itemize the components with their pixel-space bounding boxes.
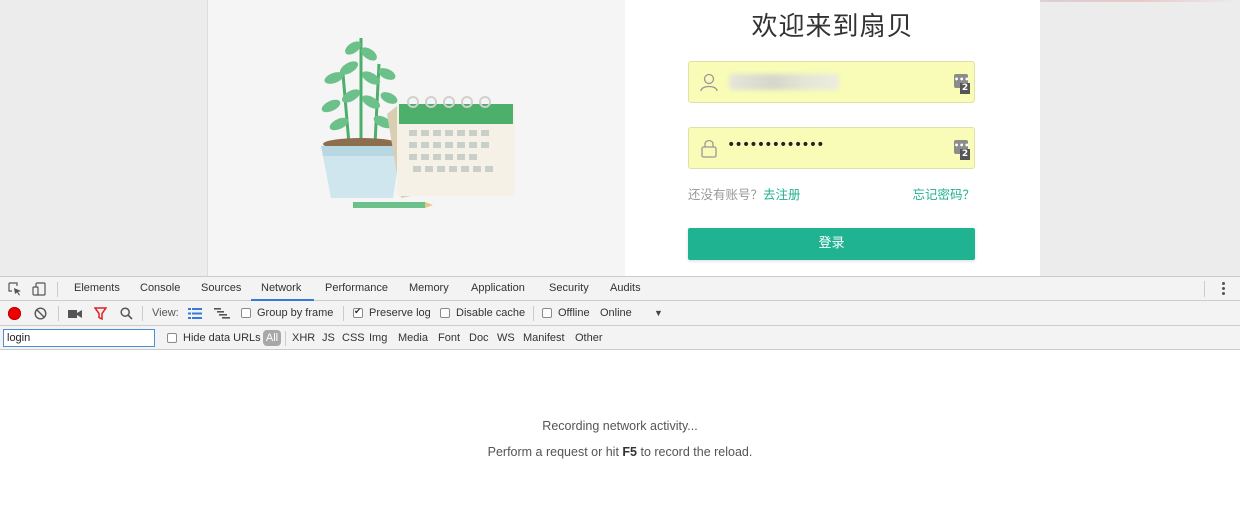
chevron-down-icon[interactable]: ▼: [654, 308, 663, 318]
filter-type-all[interactable]: All: [263, 330, 281, 346]
tab-security[interactable]: Security: [549, 282, 589, 294]
hide-data-urls-checkbox[interactable]: [167, 333, 177, 343]
recording-status: Recording network activity...: [542, 419, 698, 433]
tab-elements[interactable]: Elements: [74, 282, 120, 294]
preserve-log-label: Preserve log: [369, 307, 431, 319]
preserve-log-checkbox[interactable]: [353, 306, 363, 318]
view-label: View:: [152, 307, 179, 319]
username-value-blurred: [729, 74, 839, 90]
register-prompt: 还没有账号？: [688, 187, 764, 202]
tab-application[interactable]: Application: [471, 282, 525, 294]
filter-bar: login Hide data URLs All XHR JS CSS Img …: [0, 326, 1240, 350]
filter-type-doc[interactable]: Doc: [469, 332, 489, 344]
tab-console[interactable]: Console: [140, 282, 180, 294]
offline-checkbox[interactable]: [542, 308, 552, 318]
lock-icon: [701, 139, 717, 158]
filter-type-manifest[interactable]: Manifest: [523, 332, 565, 344]
more-options-icon[interactable]: [1222, 282, 1226, 296]
filter-type-img[interactable]: Img: [369, 332, 387, 344]
group-by-frame-checkbox[interactable]: [241, 308, 251, 318]
tab-audits[interactable]: Audits: [610, 282, 641, 294]
inspect-element-icon[interactable]: [8, 282, 22, 296]
login-button[interactable]: 登录: [688, 228, 975, 260]
web-page: 欢迎来到扇贝 ••• 2 ••••••••••••• ••• 2 还没有账号？去…: [0, 0, 1240, 276]
filter-type-media[interactable]: Media: [398, 332, 428, 344]
plant-calendar-illustration: [321, 38, 515, 208]
password-manager-icon[interactable]: ••• 2: [954, 140, 970, 162]
user-icon: [700, 73, 718, 92]
filter-type-xhr[interactable]: XHR: [292, 332, 315, 344]
register-link[interactable]: 去注册: [763, 187, 801, 202]
search-icon[interactable]: [120, 307, 133, 320]
password-manager-icon[interactable]: ••• 2: [954, 74, 970, 96]
tab-network[interactable]: Network: [261, 282, 301, 294]
password-manager-count: 2: [960, 83, 970, 94]
disable-cache-checkbox[interactable]: [440, 308, 450, 318]
username-input[interactable]: ••• 2: [688, 61, 975, 103]
tab-memory[interactable]: Memory: [409, 282, 449, 294]
large-rows-view-icon[interactable]: [188, 308, 202, 319]
tab-sources[interactable]: Sources: [201, 282, 241, 294]
devtools-tabbar: Elements Console Sources Network Perform…: [0, 276, 1240, 301]
filter-type-ws[interactable]: WS: [497, 332, 515, 344]
register-row: 还没有账号？去注册 忘记密码？: [688, 184, 975, 203]
filter-type-css[interactable]: CSS: [342, 332, 365, 344]
welcome-title: 欢迎来到扇贝: [751, 12, 914, 42]
clear-icon[interactable]: [34, 307, 47, 320]
screenshot-camera-icon[interactable]: [68, 308, 82, 319]
throttling-select[interactable]: Online: [600, 307, 632, 319]
tab-performance[interactable]: Performance: [325, 282, 388, 294]
filter-type-js[interactable]: JS: [322, 332, 335, 344]
filter-input[interactable]: login: [3, 329, 155, 347]
reload-key: F5: [622, 445, 637, 459]
password-value: •••••••••••••: [727, 137, 825, 153]
filter-type-font[interactable]: Font: [438, 332, 460, 344]
forgot-password-link[interactable]: 忘记密码？: [912, 184, 975, 203]
filter-type-other[interactable]: Other: [575, 332, 603, 344]
record-icon[interactable]: [8, 307, 21, 320]
devtools-panel: Elements Console Sources Network Perform…: [0, 276, 1240, 508]
waterfall-view-icon[interactable]: [214, 308, 230, 319]
reload-hint: Perform a request or hit F5 to record th…: [487, 445, 753, 459]
hide-data-urls-label: Hide data URLs: [183, 332, 261, 344]
filter-icon[interactable]: [94, 307, 107, 320]
offline-label: Offline: [558, 307, 590, 319]
group-by-frame-label: Group by frame: [257, 307, 334, 319]
password-manager-count: 2: [960, 149, 970, 160]
network-toolbar: View: Group by frame Preserve log Disabl…: [0, 301, 1240, 326]
password-input[interactable]: ••••••••••••• ••• 2: [688, 127, 975, 169]
disable-cache-label: Disable cache: [456, 307, 526, 319]
device-toolbar-icon[interactable]: [32, 282, 46, 296]
